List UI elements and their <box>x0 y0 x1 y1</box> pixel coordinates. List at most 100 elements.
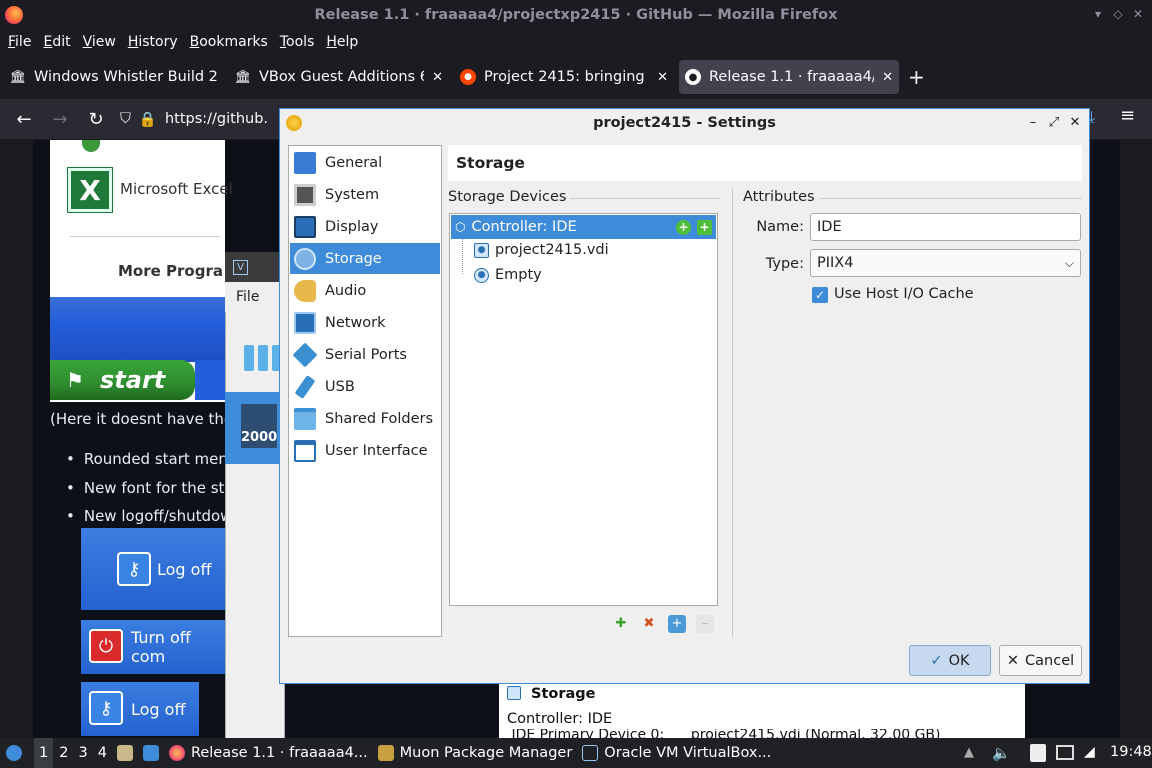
tree-line <box>462 239 463 274</box>
user-interface-icon <box>294 439 316 462</box>
network-tray-icon[interactable]: ◢ <box>1084 744 1095 760</box>
firefox-logo-icon <box>5 6 23 24</box>
minimize-icon[interactable]: – <box>1025 115 1041 131</box>
add-optical-drive-icon[interactable]: + <box>676 219 691 235</box>
tray-up-icon[interactable]: ▲ <box>964 745 978 761</box>
tree-item-empty[interactable]: ● Empty <box>474 267 542 283</box>
clock[interactable]: 19:48 <box>1110 744 1152 760</box>
taskbar-muon[interactable]: Muon Package Manager <box>377 745 572 761</box>
volume-icon[interactable]: 🔈 <box>992 744 1011 762</box>
add-attachment-icon[interactable]: + <box>668 615 686 633</box>
lock-icon: 🔒 <box>138 111 157 128</box>
taskbar-virtualbox[interactable]: Oracle VM VirtualBox... <box>582 745 771 761</box>
key-icon: ⚷ <box>89 691 123 725</box>
xp-start-button: ⚑ start <box>50 360 195 400</box>
back-icon[interactable]: ← <box>6 109 42 130</box>
menu-file[interactable]: File <box>8 34 31 50</box>
tab-project-2415-reddit[interactable]: ● Project 2415: bringing ba ✕ <box>454 60 674 94</box>
close-tab-icon[interactable]: ✕ <box>882 70 893 85</box>
shared-folders-icon <box>294 407 316 430</box>
add-hard-disk-icon[interactable]: + <box>697 219 712 235</box>
close-tab-icon[interactable]: ✕ <box>657 70 668 85</box>
excel-label: Microsoft Excel <box>120 180 233 198</box>
vbm-menu-file[interactable]: File <box>225 282 285 312</box>
clipboard-icon[interactable] <box>1030 744 1046 762</box>
check-icon: ✓ <box>930 652 943 669</box>
add-controller-icon[interactable]: ✚ <box>612 615 630 633</box>
tab-strip: 🏛 Windows Whistler Build 2 🏛 VBox Guest … <box>0 58 1152 96</box>
category-display[interactable]: Display <box>290 211 440 242</box>
start-menu-icon[interactable] <box>6 745 22 761</box>
url-text: https://github. <box>164 111 269 127</box>
minimize-icon[interactable]: ▾ <box>1090 6 1106 22</box>
optical-disc-icon: ● <box>474 267 489 283</box>
tab-windows-whistler[interactable]: 🏛 Windows Whistler Build 2 <box>4 60 224 94</box>
category-storage[interactable]: Storage <box>290 243 440 274</box>
list-item: New logoff/shutdown <box>66 507 242 525</box>
workspace-3[interactable]: 3 <box>78 745 87 761</box>
tools-icon[interactable] <box>244 325 284 375</box>
archive-icon: 🏛 <box>9 69 27 85</box>
tree-controller-ide[interactable]: ⬡ Controller: IDE + + <box>451 215 716 239</box>
use-host-io-cache-checkbox[interactable]: ✓ <box>812 287 828 303</box>
remove-controller-icon[interactable]: ✖ <box>640 615 658 633</box>
url-bar[interactable]: ⛉ 🔒 https://github. <box>120 104 270 134</box>
taskbar-firefox[interactable]: Release 1.1 · fraaaaa4... <box>168 745 368 761</box>
close-icon[interactable]: ✕ <box>1067 115 1083 131</box>
controller-name-input[interactable] <box>810 213 1081 241</box>
category-audio[interactable]: Audio <box>290 275 440 306</box>
category-serial-ports[interactable]: Serial Ports <box>290 339 440 370</box>
key-icon: ⚷ <box>117 552 151 586</box>
menu-history[interactable]: History <box>128 34 178 50</box>
storage-tree[interactable]: ⬡ Controller: IDE + + ● project2415.vdi … <box>449 213 718 606</box>
vm-list-item-selected[interactable]: 2000 <box>225 392 285 464</box>
usb-icon <box>294 374 316 399</box>
menu-view[interactable]: View <box>83 34 116 50</box>
dialog-titlebar: project2415 - Settings <box>280 109 1089 137</box>
settings-dialog: project2415 - Settings – ⤢ ✕ General Sys… <box>279 108 1090 684</box>
xp-logoff-image: ⚷ Log off <box>81 528 225 610</box>
xp-turnoff-image: ⏻ Turn off com <box>81 620 225 674</box>
controller-type-select[interactable]: PIIX4 ⌵ <box>810 249 1081 277</box>
maximize-icon[interactable]: ⤢ <box>1046 115 1062 131</box>
category-general[interactable]: General <box>290 147 440 178</box>
type-label: Type: <box>765 256 804 272</box>
menubar: File Edit View History Bookmarks Tools H… <box>0 30 1152 54</box>
menu-tools[interactable]: Tools <box>280 34 315 50</box>
display-tray-icon[interactable] <box>1056 745 1074 760</box>
pane-separator[interactable] <box>732 189 733 637</box>
maximize-icon[interactable]: ◇ <box>1110 6 1126 22</box>
serial-ports-icon <box>292 342 318 367</box>
hard-disk-icon: ● <box>474 242 489 258</box>
tab-vbox-guest-additions[interactable]: 🏛 VBox Guest Additions 6.0 ✕ <box>229 60 449 94</box>
category-shared-folders[interactable]: Shared Folders <box>290 403 440 434</box>
details-storage-title: Storage <box>531 686 596 702</box>
workspace-4[interactable]: 4 <box>98 745 107 761</box>
category-network[interactable]: Network <box>290 307 440 338</box>
hamburger-menu-icon[interactable]: ≡ <box>1120 105 1135 126</box>
menu-bookmarks[interactable]: Bookmarks <box>190 34 268 50</box>
reload-icon[interactable]: ↻ <box>78 109 114 130</box>
divider <box>70 236 220 237</box>
window-title: Release 1.1 · fraaaaa4/projectxp2415 · G… <box>314 7 838 23</box>
close-window-icon[interactable]: ✕ <box>1130 6 1146 22</box>
remove-attachment-icon: – <box>696 615 714 633</box>
use-host-io-cache-label[interactable]: Use Host I/O Cache <box>834 286 974 302</box>
workspace-1[interactable]: 1 <box>34 738 54 768</box>
cancel-button[interactable]: ✕ Cancel <box>999 645 1082 676</box>
category-usb[interactable]: USB <box>290 371 440 402</box>
category-user-interface[interactable]: User Interface <box>290 435 440 466</box>
show-desktop-icon[interactable] <box>142 745 159 761</box>
forward-icon[interactable]: → <box>42 109 78 130</box>
menu-help[interactable]: Help <box>326 34 358 50</box>
new-tab-icon[interactable]: + <box>908 65 925 89</box>
category-system[interactable]: System <box>290 179 440 210</box>
tree-item-vdi[interactable]: ● project2415.vdi <box>474 242 609 258</box>
list-item: New font for the star <box>66 479 240 497</box>
menu-edit[interactable]: Edit <box>43 34 70 50</box>
close-tab-icon[interactable]: ✕ <box>432 70 443 85</box>
file-manager-icon[interactable] <box>116 745 133 761</box>
tab-release-1-1[interactable]: ● Release 1.1 · fraaaaa4/pr ✕ <box>679 60 899 94</box>
ok-button[interactable]: ✓ OK <box>909 645 991 676</box>
workspace-2[interactable]: 2 <box>59 745 68 761</box>
